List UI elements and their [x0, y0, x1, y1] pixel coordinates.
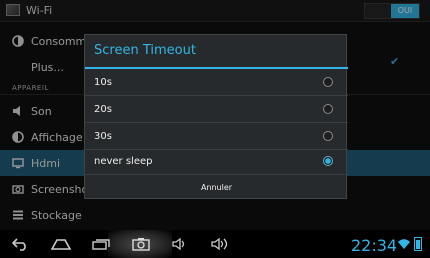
- option-20s[interactable]: 20s: [85, 96, 348, 123]
- option-never-sleep[interactable]: never sleep: [85, 148, 348, 175]
- dialog-title: Screen Timeout: [94, 43, 196, 58]
- volume-up-icon[interactable]: [211, 237, 229, 253]
- screenshot-icon[interactable]: [132, 237, 150, 253]
- option-label: 20s: [94, 104, 112, 115]
- android-screen: Wi-Fi OUI Consommat ✔ Plus... APPAREIL S…: [0, 0, 430, 258]
- option-30s[interactable]: 30s: [85, 123, 348, 150]
- radio-button-icon[interactable]: [323, 77, 333, 87]
- cancel-button[interactable]: Annuler: [85, 174, 348, 199]
- radio-button-selected-icon[interactable]: [323, 156, 333, 166]
- volume-down-icon[interactable]: [172, 237, 190, 253]
- status-clock: 22:34: [351, 236, 398, 255]
- battery-icon: [414, 237, 422, 251]
- option-label: never sleep: [94, 156, 153, 167]
- option-label: 10s: [94, 77, 112, 88]
- radio-button-icon[interactable]: [323, 104, 333, 114]
- screen-timeout-dialog: Screen Timeout 10s 20s 30s never sleep A…: [84, 34, 348, 199]
- back-icon[interactable]: [11, 237, 29, 253]
- option-10s[interactable]: 10s: [85, 69, 348, 96]
- home-icon[interactable]: [51, 238, 71, 254]
- wifi-signal-icon: [398, 239, 410, 249]
- radio-button-icon[interactable]: [323, 131, 333, 141]
- recent-apps-icon[interactable]: [92, 238, 110, 254]
- option-label: 30s: [94, 131, 112, 142]
